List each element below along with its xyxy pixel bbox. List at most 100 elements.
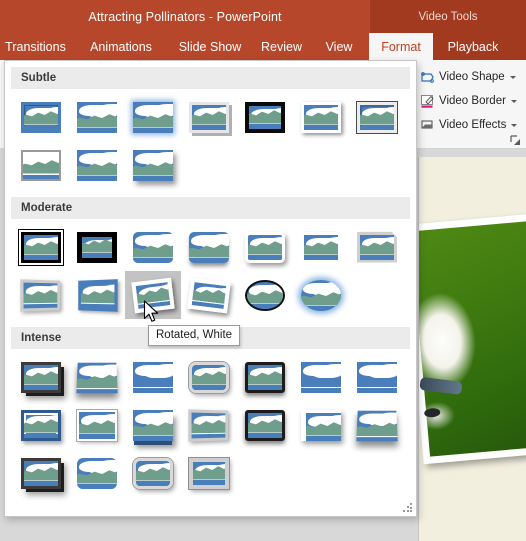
video-style-option[interactable] (13, 353, 69, 401)
video-border-icon (420, 94, 435, 109)
preview-water-band (304, 123, 338, 130)
video-style-option[interactable] (13, 93, 69, 141)
video-style-option[interactable] (349, 401, 405, 449)
dialog-box-launcher-icon[interactable] (510, 135, 521, 146)
preview-water-band (193, 478, 225, 485)
gallery-group-rows (5, 349, 416, 499)
style-thumbnail (357, 231, 397, 263)
preview-water-band (356, 436, 398, 441)
style-thumbnail (133, 231, 173, 263)
preview-water-band (304, 253, 338, 260)
preview-water-band (77, 174, 117, 181)
video-styles-gallery[interactable]: Subtle Moderate Intense (4, 60, 417, 517)
video-style-option[interactable] (181, 401, 237, 449)
gallery-group-header-moderate: Moderate (11, 197, 410, 219)
preview-water-band (248, 253, 282, 260)
video-shape-button[interactable]: Video Shape (420, 66, 516, 88)
video-style-option[interactable] (181, 271, 237, 319)
video-style-option[interactable] (69, 449, 125, 497)
slide-canvas[interactable] (418, 157, 526, 541)
video-style-option[interactable] (293, 271, 349, 319)
contextual-tab-group: Video Tools (370, 0, 526, 33)
style-thumbnail (245, 279, 285, 311)
landscape-preview-icon (20, 278, 61, 312)
video-style-option[interactable] (181, 353, 237, 401)
video-style-option[interactable] (125, 449, 181, 497)
video-style-option[interactable] (237, 223, 293, 271)
video-style-option[interactable] (293, 353, 349, 401)
preview-water-band (77, 482, 117, 489)
video-style-option[interactable] (69, 401, 125, 449)
video-style-option[interactable] (237, 401, 293, 449)
chevron-down-icon[interactable] (509, 75, 516, 79)
video-style-option[interactable] (237, 353, 293, 401)
landscape-preview-icon (77, 231, 117, 263)
ribbon-tab-review[interactable]: Review (250, 33, 313, 60)
video-style-option[interactable] (181, 449, 237, 497)
video-style-option[interactable] (125, 223, 181, 271)
preview-water-band (133, 386, 173, 393)
landscape-preview-icon (18, 228, 64, 266)
video-style-option[interactable] (237, 271, 293, 319)
video-style-option[interactable] (69, 223, 125, 271)
video-style-option[interactable] (125, 353, 181, 401)
video-style-option[interactable] (349, 93, 405, 141)
landscape-preview-icon (301, 279, 341, 311)
video-style-option[interactable] (293, 93, 349, 141)
ribbon-tab-format[interactable]: Format (369, 33, 433, 60)
video-style-option[interactable] (13, 449, 69, 497)
video-style-option[interactable] (13, 141, 69, 189)
video-style-option[interactable] (13, 223, 69, 271)
landscape-preview-icon (301, 231, 341, 263)
video-style-option[interactable] (13, 401, 69, 449)
video-style-option[interactable] (125, 141, 181, 189)
ribbon-tab-slide-show[interactable]: Slide Show (165, 33, 255, 60)
style-thumbnail (76, 362, 118, 393)
button-label: Video Shape (439, 71, 505, 83)
gallery-row (5, 93, 416, 141)
video-style-option[interactable] (13, 271, 69, 319)
video-style-option[interactable] (181, 93, 237, 141)
landscape-preview-icon (77, 409, 117, 441)
video-style-option[interactable] (69, 93, 125, 141)
ribbon-tab-view[interactable]: View (313, 33, 365, 60)
video-style-option[interactable] (293, 223, 349, 271)
preview-water-band (23, 172, 59, 179)
video-style-option[interactable] (293, 401, 349, 449)
style-thumbnail (77, 149, 117, 181)
video-style-option[interactable] (125, 93, 181, 141)
style-thumbnail (77, 409, 117, 441)
bee-body (423, 407, 441, 418)
resize-grip[interactable] (403, 503, 412, 512)
video-effects-button[interactable]: Video Effects (420, 114, 518, 136)
video-style-option[interactable] (125, 401, 181, 449)
style-thumbnail (245, 361, 285, 393)
gallery-row (5, 223, 416, 271)
ribbon-tab-transitions[interactable]: Transitions (0, 33, 83, 60)
bee-wing (419, 376, 463, 395)
ribbon-tab-playback[interactable]: Playback (433, 33, 513, 60)
landscape-preview-icon (77, 149, 117, 181)
style-thumbnail (189, 101, 229, 133)
style-thumbnail (189, 231, 229, 263)
style-thumbnail (18, 228, 64, 266)
video-style-option[interactable] (237, 93, 293, 141)
chevron-down-icon[interactable] (511, 123, 518, 127)
video-style-option[interactable] (181, 223, 237, 271)
chevron-down-icon[interactable] (510, 99, 517, 103)
preview-water-band (191, 433, 226, 438)
video-style-option[interactable] (349, 353, 405, 401)
video-border-button[interactable]: Video Border (420, 90, 517, 112)
video-style-option[interactable] (69, 353, 125, 401)
preview-water-band (192, 123, 226, 130)
video-style-option[interactable] (69, 271, 125, 319)
gallery-group-header-subtle: Subtle (11, 67, 410, 89)
video-placeholder-frame[interactable] (419, 213, 526, 465)
video-style-option[interactable] (349, 223, 405, 271)
preview-water-band (133, 174, 173, 181)
landscape-preview-icon (301, 361, 341, 393)
video-style-option[interactable] (69, 141, 125, 189)
ribbon-tab-animations[interactable]: Animations (75, 33, 167, 60)
style-thumbnail (189, 361, 229, 393)
gallery-row (5, 401, 416, 449)
